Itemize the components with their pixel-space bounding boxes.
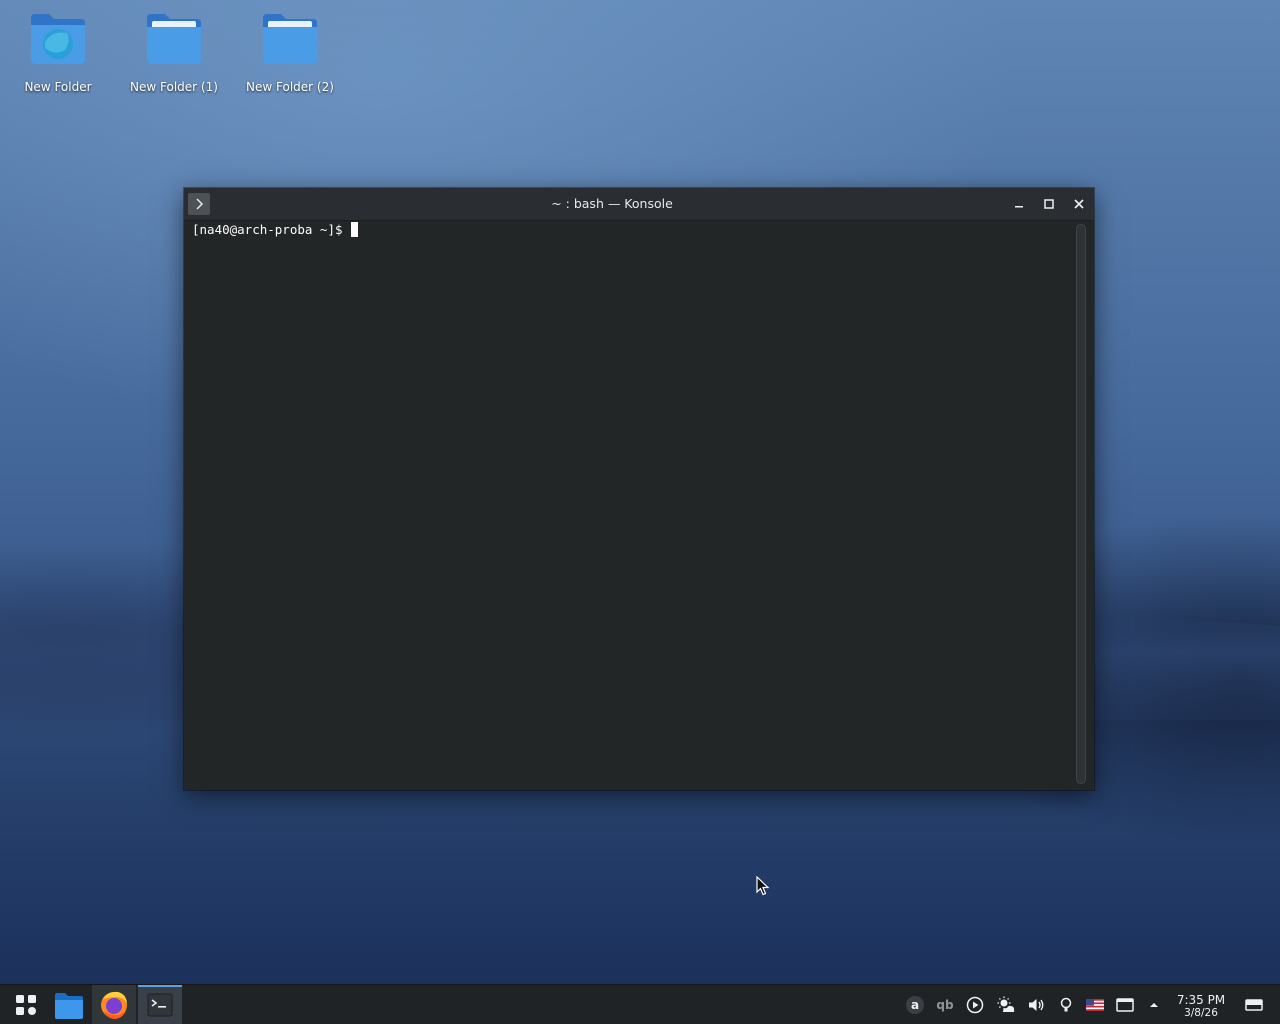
file-manager-icon (55, 993, 83, 1019)
konsole-window[interactable]: ~ : bash — Konsole [na40@arch-proba ~]$ (184, 188, 1094, 790)
desktop-icon-new-folder-1[interactable]: New Folder (1) (119, 10, 229, 94)
terminal-scrollbar[interactable] (1076, 224, 1086, 784)
svg-text:qb: qb (936, 998, 954, 1012)
us-flag-icon[interactable] (1085, 995, 1105, 1015)
maximize-button[interactable] (1038, 193, 1060, 215)
window-title: ~ : bash — Konsole (551, 196, 673, 211)
konsole-icon (147, 993, 173, 1017)
minimize-icon (1015, 206, 1023, 208)
bulb-icon[interactable] (1056, 995, 1076, 1015)
window-titlebar[interactable]: ~ : bash — Konsole (184, 188, 1094, 221)
maximize-icon (1044, 199, 1054, 209)
qbittorrent-icon[interactable]: qb (935, 995, 955, 1015)
app-launcher-icon (16, 995, 36, 1015)
firefox-icon (101, 991, 127, 1019)
desktop-icon-new-folder-2[interactable]: New Folder (2) (235, 10, 345, 94)
desktop-icon-label: New Folder (2) (246, 80, 334, 94)
expand-tray-icon[interactable] (1144, 995, 1164, 1015)
terminal-area[interactable]: [na40@arch-proba ~]$ (184, 221, 1068, 790)
display-icon[interactable] (1115, 995, 1135, 1015)
clock-time[interactable]: 7:35 PM (1166, 993, 1236, 1007)
mouse-pointer-icon (756, 876, 770, 896)
app-launcher-button[interactable] (4, 985, 48, 1024)
taskbar-firefox[interactable] (92, 985, 136, 1024)
desktop-icon-label: New Folder (1) (130, 80, 218, 94)
folder-icon (263, 14, 317, 64)
close-button[interactable] (1068, 193, 1090, 215)
a-badge-icon[interactable]: a (905, 995, 925, 1015)
show-desktop-icon[interactable] (1244, 995, 1264, 1015)
close-icon (1074, 199, 1084, 209)
desktop-icon-label: New Folder (24, 80, 92, 94)
taskbar-konsole[interactable] (138, 985, 182, 1024)
taskbar-file-manager[interactable] (47, 985, 91, 1024)
minimize-button[interactable] (1008, 193, 1030, 215)
svg-text:a: a (911, 998, 919, 1012)
desktop-icon-new-folder[interactable]: New Folder (3, 10, 113, 94)
folder-globe-icon (31, 14, 85, 64)
text-cursor (351, 222, 359, 237)
terminal-prompt: [na40@arch-proba ~]$ (192, 222, 351, 237)
volume-icon[interactable] (1026, 995, 1046, 1015)
media-player-icon[interactable] (965, 995, 985, 1015)
active-task-indicator (138, 985, 182, 987)
desktop[interactable]: New Folder New Folder (1) New Folder (2)… (0, 0, 1280, 1024)
folder-icon (147, 14, 201, 64)
terminal-prompt-line: [na40@arch-proba ~]$ (192, 221, 359, 238)
weather-icon[interactable] (996, 995, 1016, 1015)
clock-date[interactable]: 3/8/26 (1166, 1007, 1236, 1019)
taskbar: a qb 7:35 PM 3/8/26 (0, 984, 1280, 1024)
